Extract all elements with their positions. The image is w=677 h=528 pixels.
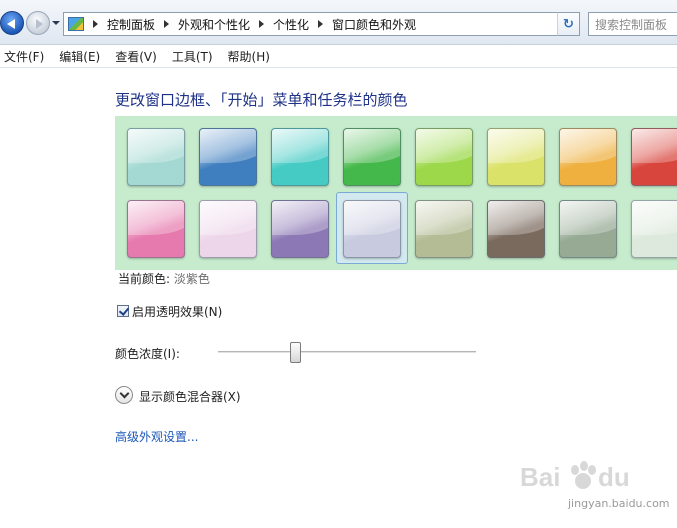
menu-file[interactable]: 文件(F) [0, 48, 51, 65]
back-button[interactable] [0, 11, 24, 35]
svg-text:Bai: Bai [520, 462, 560, 492]
swatch-gloss [200, 201, 256, 257]
color-swatch[interactable] [631, 128, 677, 186]
show-color-mixer-toggle[interactable]: 显示颜色混合器(X) [139, 388, 241, 405]
swatch-gloss [200, 129, 256, 185]
color-palette [115, 116, 677, 270]
menu-bar: 文件(F) 编辑(E) 查看(V) 工具(T) 帮助(H) [0, 46, 677, 68]
breadcrumb[interactable]: 控制面板 外观和个性化 个性化 窗口颜色和外观 [63, 12, 580, 36]
search-input[interactable]: 搜索控制面板 [588, 12, 677, 36]
color-intensity-slider-thumb[interactable] [290, 342, 302, 363]
color-intensity-label: 颜色浓度(I): [115, 347, 180, 361]
breadcrumb-appearance[interactable]: 外观和个性化 [178, 16, 250, 33]
transparency-checkbox[interactable] [117, 305, 129, 317]
swatch-gloss [128, 201, 184, 257]
color-swatch[interactable] [199, 128, 257, 186]
chevron-right-icon[interactable] [164, 20, 170, 28]
watermark-site-text: jingyan.baidu.com [568, 497, 670, 510]
recent-pages-dropdown-icon[interactable] [52, 21, 60, 25]
control-panel-icon [68, 17, 84, 31]
refresh-icon: ↻ [563, 16, 574, 32]
color-swatch[interactable] [415, 128, 473, 186]
color-swatch[interactable] [631, 200, 677, 258]
swatch-gloss [560, 129, 616, 185]
swatch-gloss [128, 129, 184, 185]
breadcrumb-window-color[interactable]: 窗口颜色和外观 [332, 16, 416, 33]
swatch-gloss [344, 129, 400, 185]
swatch-gloss [416, 201, 472, 257]
search-placeholder: 搜索控制面板 [595, 17, 668, 32]
expand-chevron-down-icon[interactable] [115, 386, 133, 404]
swatch-gloss [632, 129, 677, 185]
menu-edit[interactable]: 编辑(E) [55, 48, 107, 65]
color-swatch[interactable] [127, 128, 185, 186]
current-color: 当前颜色: 淡紫色 [118, 270, 210, 287]
swatch-gloss [488, 201, 544, 257]
breadcrumb-control-panel[interactable]: 控制面板 [107, 16, 155, 33]
color-swatch[interactable] [559, 128, 617, 186]
swatch-gloss [560, 201, 616, 257]
swatch-gloss [632, 201, 677, 257]
advanced-appearance-settings-link[interactable]: 高级外观设置... [115, 428, 198, 445]
refresh-button[interactable]: ↻ [557, 12, 580, 36]
color-swatch[interactable] [487, 128, 545, 186]
swatch-gloss [416, 129, 472, 185]
current-color-value: 淡紫色 [173, 272, 210, 286]
color-swatch[interactable] [343, 200, 401, 258]
transparency-checkbox-label[interactable]: 启用透明效果(N) [132, 303, 222, 320]
color-swatch[interactable] [127, 200, 185, 258]
swatch-gloss [272, 129, 328, 185]
color-swatch[interactable] [199, 200, 257, 258]
forward-button[interactable] [26, 11, 50, 35]
color-swatch[interactable] [487, 200, 545, 258]
chevron-right-icon[interactable] [93, 20, 98, 28]
breadcrumb-personalization[interactable]: 个性化 [273, 16, 309, 33]
swatch-gloss [344, 201, 400, 257]
swatch-gloss [272, 201, 328, 257]
swatch-gloss [488, 129, 544, 185]
color-swatch[interactable] [271, 128, 329, 186]
color-swatch[interactable] [343, 128, 401, 186]
current-color-label: 当前颜色: [118, 272, 171, 286]
chevron-right-icon[interactable] [318, 20, 324, 28]
color-intensity-slider-track[interactable] [218, 351, 476, 354]
svg-text:du: du [598, 462, 630, 492]
chevron-right-icon[interactable] [259, 20, 265, 28]
baidu-jingyan-watermark-logo: Bai du [520, 461, 630, 492]
menu-help[interactable]: 帮助(H) [224, 48, 277, 65]
color-swatch[interactable] [559, 200, 617, 258]
page-title: 更改窗口边框、「开始」菜单和任务栏的颜色 [115, 91, 408, 109]
address-bar: 控制面板 外观和个性化 个性化 窗口颜色和外观 ↻ 搜索控制面板 [0, 0, 677, 45]
menu-tools[interactable]: 工具(T) [168, 48, 220, 65]
menu-view[interactable]: 查看(V) [111, 48, 164, 65]
color-swatch[interactable] [271, 200, 329, 258]
color-swatch[interactable] [415, 200, 473, 258]
